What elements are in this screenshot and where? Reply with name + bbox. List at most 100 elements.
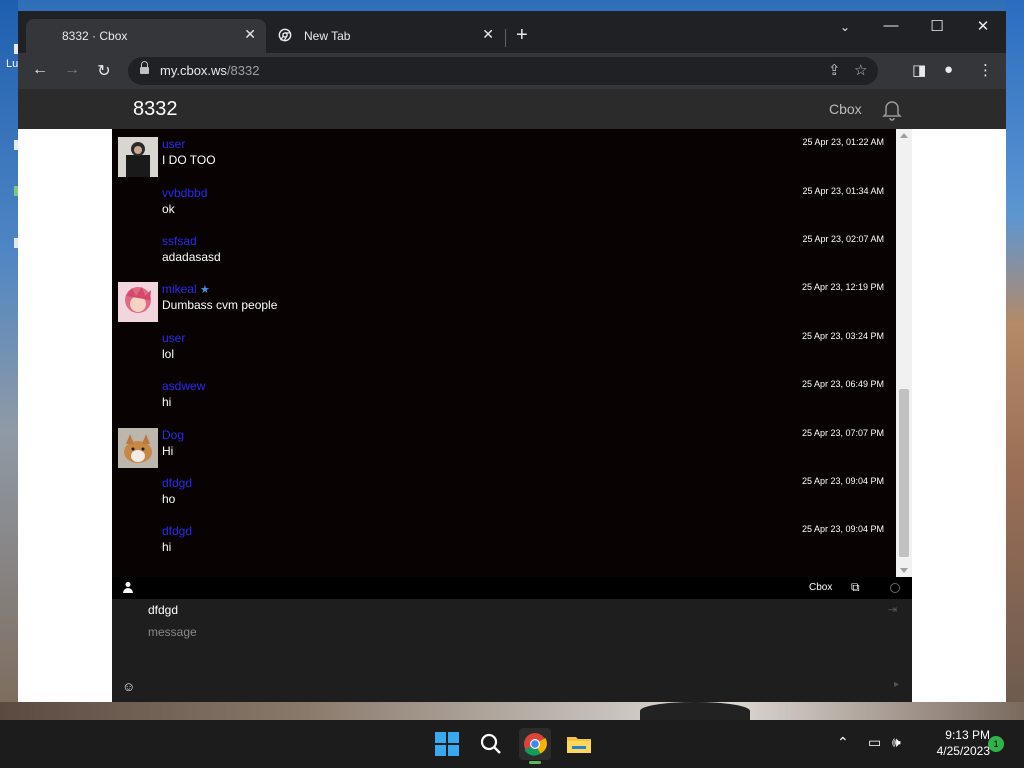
- avatar[interactable]: [118, 282, 158, 322]
- message-timestamp: 25 Apr 23, 09:04 PM: [801, 476, 884, 486]
- emoji-icon[interactable]: ☺: [122, 679, 135, 694]
- send-arrow-icon[interactable]: ▸: [894, 679, 899, 690]
- desktop-background-left: Lu: [0, 0, 18, 720]
- system-clock[interactable]: 9:13 PM 4/25/2023: [920, 728, 990, 758]
- tab-close-icon[interactable]: ✕: [482, 26, 494, 43]
- scrollbar-thumb[interactable]: [899, 389, 909, 557]
- browser-toolbar: ← → ↻ my.cbox.ws/8332 ⇪ ☆ ◨ ● ⋮: [18, 53, 1006, 89]
- menu-icon[interactable]: ⋮: [978, 61, 993, 79]
- tray-overflow-icon[interactable]: ⌃: [837, 734, 849, 751]
- cbox-footer-link[interactable]: Cbox: [809, 582, 832, 593]
- message-username[interactable]: dfdgd: [162, 476, 192, 490]
- notification-badge[interactable]: 1: [988, 736, 1004, 752]
- message-item: ssfsad adadasasd 25 Apr 23, 02:07 AM: [112, 234, 896, 282]
- bookmark-star-icon[interactable]: ☆: [854, 61, 867, 79]
- desktop-background-bottom: [0, 702, 1024, 720]
- forward-button[interactable]: →: [62, 61, 82, 79]
- profile-icon[interactable]: ●: [944, 61, 953, 78]
- clock-time: 9:13 PM: [945, 728, 990, 742]
- windows-start-icon[interactable]: [431, 728, 463, 760]
- message-item: Dog Hi 25 Apr 23, 07:07 PM: [112, 428, 896, 476]
- status-indicator-icon: [890, 583, 900, 593]
- scroll-down-arrow-icon[interactable]: [900, 568, 908, 573]
- desktop-icon-label: Lu: [6, 58, 19, 70]
- message-username[interactable]: dfdgd: [162, 524, 192, 538]
- title-bar: 8332 · Cbox ✕ New Tab ✕ + ⌄ — ☐ ✕: [18, 11, 1006, 53]
- message-item: dfdgd hi 25 Apr 23, 09:04 PM: [112, 524, 896, 572]
- message-item: user I DO TOO 25 Apr 23, 01:22 AM: [112, 137, 896, 185]
- chat-box: user I DO TOO 25 Apr 23, 01:22 AM vvbdbb…: [112, 129, 912, 702]
- back-button[interactable]: ←: [30, 61, 50, 79]
- external-link-icon[interactable]: ⧉: [851, 580, 860, 595]
- message-timestamp: 25 Apr 23, 03:24 PM: [801, 331, 884, 341]
- message-username[interactable]: Dog: [162, 428, 184, 442]
- clock-date: 4/25/2023: [936, 744, 990, 758]
- new-tab-button[interactable]: +: [516, 24, 528, 47]
- share-icon[interactable]: ⇪: [828, 61, 841, 79]
- close-window-button[interactable]: ✕: [973, 17, 993, 35]
- url-text: my.cbox.ws/8332: [160, 63, 260, 78]
- side-panel-icon[interactable]: ◨: [912, 61, 926, 79]
- chrome-icon: [524, 733, 547, 756]
- message-timestamp: 25 Apr 23, 01:22 AM: [802, 137, 884, 147]
- message-item: user lol 25 Apr 23, 03:24 PM: [112, 331, 896, 379]
- message-username[interactable]: user: [162, 331, 185, 345]
- message-username[interactable]: ssfsad: [162, 234, 197, 248]
- maximize-button[interactable]: ☐: [927, 17, 947, 35]
- tab-separator: [505, 29, 506, 47]
- desktop-background-right: [1006, 0, 1024, 720]
- message-item: mikeal ★ Dumbass cvm people 25 Apr 23, 1…: [112, 282, 896, 330]
- chrome-taskbar-button[interactable]: [519, 728, 551, 764]
- message-username[interactable]: mikeal ★: [162, 282, 210, 296]
- message-text: Hi: [162, 444, 174, 458]
- cbox-header: 8332 Cbox: [18, 89, 1006, 129]
- volume-icon[interactable]: 🕪: [892, 734, 901, 751]
- message-username[interactable]: vvbdbbd: [162, 186, 207, 200]
- cbox-footer-bar: Cbox ⧉: [112, 577, 912, 599]
- browser-window: 8332 · Cbox ✕ New Tab ✕ + ⌄ — ☐ ✕ ← → ↻ …: [18, 11, 1006, 702]
- bell-icon[interactable]: [880, 97, 904, 121]
- tab-title: 8332 · Cbox: [62, 29, 128, 43]
- message-input[interactable]: message: [148, 625, 197, 639]
- taskbar: ⌃ ▭ 🕪 9:13 PM 4/25/2023 1: [0, 720, 1024, 768]
- tab-search-icon[interactable]: ⌄: [835, 20, 855, 34]
- message-text: hi: [162, 395, 172, 409]
- avatar[interactable]: [118, 137, 158, 177]
- message-username[interactable]: user: [162, 137, 185, 151]
- message-text: hi: [162, 540, 172, 554]
- scroll-up-arrow-icon[interactable]: [900, 133, 908, 138]
- avatar[interactable]: [118, 428, 158, 468]
- page-title: 8332: [133, 98, 178, 120]
- user-icon[interactable]: [122, 581, 134, 593]
- reload-button[interactable]: ↻: [94, 61, 114, 81]
- network-icon[interactable]: ▭: [868, 734, 881, 751]
- message-text: ok: [162, 202, 175, 216]
- message-timestamp: 25 Apr 23, 09:04 PM: [801, 524, 884, 534]
- message-text: ho: [162, 492, 176, 506]
- tab-cbox[interactable]: 8332 · Cbox ✕: [26, 19, 266, 53]
- login-icon[interactable]: ⇥: [888, 603, 897, 616]
- message-timestamp: 25 Apr 23, 12:19 PM: [801, 282, 884, 292]
- tab-close-icon[interactable]: ✕: [244, 26, 256, 43]
- message-scrollbar[interactable]: [896, 129, 912, 577]
- message-username[interactable]: asdwew: [162, 379, 205, 393]
- file-explorer-icon[interactable]: [563, 728, 595, 760]
- verified-star-icon: ★: [200, 284, 210, 296]
- name-field[interactable]: dfdgd: [148, 603, 178, 617]
- post-form: dfdgd ⇥ message ☺ ▸: [112, 599, 912, 702]
- cbox-brand-link[interactable]: Cbox: [829, 101, 862, 117]
- message-text: Dumbass cvm people: [162, 298, 278, 312]
- message-list[interactable]: user I DO TOO 25 Apr 23, 01:22 AM vvbdbb…: [112, 129, 896, 577]
- message-timestamp: 25 Apr 23, 01:34 AM: [802, 186, 884, 196]
- message-timestamp: 25 Apr 23, 06:49 PM: [801, 379, 884, 389]
- search-icon[interactable]: [475, 728, 507, 760]
- message-item: asdwew hi 25 Apr 23, 06:49 PM: [112, 379, 896, 427]
- address-bar[interactable]: my.cbox.ws/8332 ⇪ ☆: [128, 57, 878, 85]
- message-text: I DO TOO: [162, 153, 216, 167]
- lock-icon[interactable]: [140, 61, 149, 76]
- tab-new-tab[interactable]: New Tab ✕: [268, 19, 504, 53]
- chrome-icon: [278, 28, 292, 42]
- minimize-button[interactable]: —: [881, 17, 901, 34]
- message-item: dfdgd ho 25 Apr 23, 09:04 PM: [112, 476, 896, 524]
- tab-title: New Tab: [304, 29, 351, 43]
